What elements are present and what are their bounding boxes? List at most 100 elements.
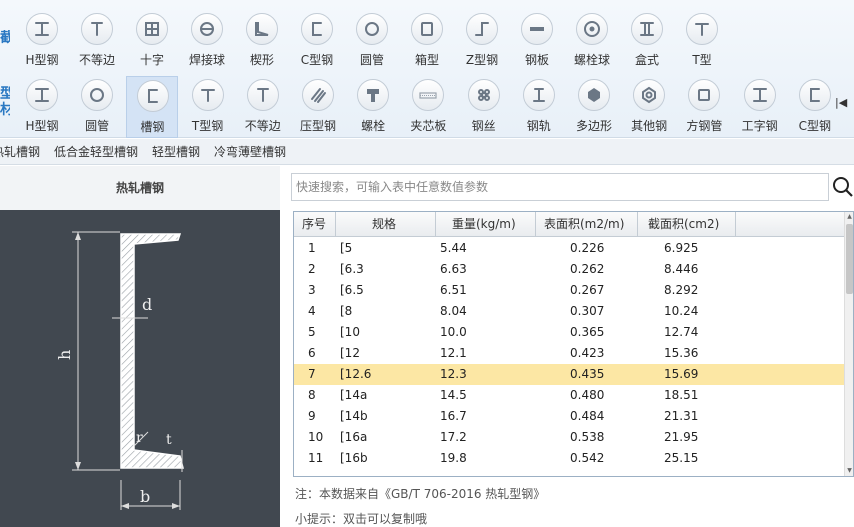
cell-index: 1	[308, 241, 316, 255]
section-tool-4[interactable]: 楔形	[236, 10, 288, 72]
profile-tool-9[interactable]: 钢轨	[513, 76, 565, 138]
cell-area: 15.36	[664, 346, 699, 360]
z-section-icon	[466, 13, 498, 45]
cell-surface: 0.365	[570, 325, 605, 339]
table-row[interactable]: 8 [14a 14.5 0.480 18.51	[294, 385, 844, 406]
col-header-surface[interactable]: 表面积(m2/m)	[536, 212, 638, 236]
cell-area: 21.95	[664, 430, 699, 444]
cell-index: 7	[308, 367, 316, 381]
cell-surface: 0.262	[570, 262, 605, 276]
profile-tool-12[interactable]: 方钢管	[678, 76, 730, 138]
sandwich-panel-icon	[412, 79, 445, 111]
profile-tool-11[interactable]: 其他钢	[623, 76, 675, 138]
channel-section-diagram: h d b r t	[0, 210, 280, 527]
section-tool-10[interactable]: 螺栓球	[566, 10, 618, 72]
cell-surface: 0.307	[570, 304, 605, 318]
col-header-spec[interactable]: 规格	[336, 212, 436, 236]
table-row[interactable]: 4 [8 8.04 0.307 10.24	[294, 301, 844, 322]
dim-label-t: t	[166, 432, 172, 448]
cell-area: 21.31	[664, 409, 699, 423]
cell-surface: 0.226	[570, 241, 605, 255]
t-section-icon	[191, 79, 224, 111]
section-tool-8[interactable]: Z型钢	[456, 10, 508, 72]
table-row[interactable]: 6 [12 12.1 0.423 15.36	[294, 343, 844, 364]
subnav-item-1[interactable]: 低合金轻型槽钢	[54, 143, 138, 160]
search-icon	[833, 177, 853, 197]
table-row[interactable]: 11 [16b 19.8 0.542 25.15	[294, 448, 844, 469]
profile-tool-0[interactable]: H型钢	[16, 76, 68, 138]
cell-weight: 16.7	[440, 409, 467, 423]
cell-index: 10	[308, 430, 324, 444]
bolt-icon	[357, 79, 390, 111]
search-input[interactable]	[291, 173, 829, 201]
cell-area: 18.51	[664, 388, 699, 402]
cell-area: 6.925	[664, 241, 699, 255]
profile-tool-label: C型钢	[798, 119, 831, 133]
section-tool-11[interactable]: 盒式	[621, 10, 673, 72]
round-tube-icon	[356, 13, 388, 45]
profile-tool-8[interactable]: 钢丝	[458, 76, 510, 138]
scroll-down-icon[interactable]: ▼	[846, 467, 853, 475]
cell-index: 4	[308, 304, 316, 318]
section-tool-2[interactable]: 十字	[126, 10, 178, 72]
profile-tool-6[interactable]: 螺栓	[347, 76, 399, 138]
profile-tool-2[interactable]: 槽钢	[126, 76, 179, 138]
search-button[interactable]	[831, 174, 854, 200]
table-vertical-scrollbar[interactable]: ▲ ▼	[844, 212, 853, 476]
dim-label-b: b	[140, 487, 150, 506]
subnav-item-0[interactable]: 热轧槽钢	[0, 143, 40, 160]
section-tool-0[interactable]: H型钢	[16, 10, 68, 72]
profile-tool-5[interactable]: 压型钢	[292, 76, 344, 138]
col-header-index[interactable]: 序号	[294, 212, 336, 236]
table-row[interactable]: 1 [5 5.44 0.226 6.925	[294, 238, 844, 259]
section-tool-5[interactable]: C型钢	[291, 10, 343, 72]
welded-ball-icon	[191, 13, 223, 45]
table-row[interactable]: 3 [6.5 6.51 0.267 8.292	[294, 280, 844, 301]
section-tool-1[interactable]: 不等边	[71, 10, 123, 72]
col-header-weight[interactable]: 重量(kg/m)	[436, 212, 536, 236]
cell-weight: 17.2	[440, 430, 467, 444]
profile-tool-4[interactable]: 不等边	[237, 76, 289, 138]
section-tool-7[interactable]: 箱型	[401, 10, 453, 72]
cell-surface: 0.542	[570, 451, 605, 465]
box-type-icon	[631, 13, 663, 45]
polygon-icon	[578, 79, 610, 111]
table-row[interactable]: 9 [14b 16.7 0.484 21.31	[294, 406, 844, 427]
cell-index: 3	[308, 283, 316, 297]
section-tool-9[interactable]: 钢板	[511, 10, 563, 72]
profile-tool-14[interactable]: C型钢	[789, 76, 841, 138]
subnav-item-3[interactable]: 冷弯薄壁槽钢	[214, 143, 286, 160]
profile-tool-13[interactable]: 工字钢	[734, 76, 786, 138]
table-row[interactable]: 10 [16a 17.2 0.538 21.95	[294, 427, 844, 448]
i-beam-icon	[743, 79, 776, 111]
h-beam-icon	[26, 13, 58, 45]
cell-spec: [12	[340, 346, 360, 360]
table-row[interactable]: 7 [12.6 12.3 0.435 15.69	[294, 364, 844, 385]
scroll-up-icon[interactable]: ▲	[846, 213, 853, 221]
channel-profile-shape	[120, 233, 184, 469]
section-tool-6[interactable]: 圆管	[346, 10, 398, 72]
profile-tool-1[interactable]: 圆管	[71, 76, 123, 138]
cell-surface: 0.480	[570, 388, 605, 402]
scrollbar-thumb[interactable]	[846, 224, 853, 294]
data-table: 序号 规格 重量(kg/m) 表面积(m2/m) 截面积(cm2) 1 [5 5.4…	[293, 211, 854, 477]
square-tube-icon	[688, 79, 721, 111]
cell-spec: [16b	[340, 451, 368, 465]
cell-spec: [12.6	[340, 367, 372, 381]
profile-tool-7[interactable]: 夹芯板	[402, 76, 454, 138]
col-header-area[interactable]: 截面积(cm2)	[638, 212, 736, 236]
table-row[interactable]: 2 [6.3 6.63 0.262 8.446	[294, 259, 844, 280]
section-tool-3[interactable]: 焊接球	[181, 10, 233, 72]
cell-index: 6	[308, 346, 316, 360]
table-row[interactable]: 5 [10 10.0 0.365 12.74	[294, 322, 844, 343]
section-title: 热轧槽钢	[0, 166, 280, 210]
c-section-icon	[301, 13, 333, 45]
section-tool-12[interactable]: T型	[676, 10, 728, 72]
h-beam-icon	[26, 79, 58, 111]
profile-tool-10[interactable]: 多边形	[568, 76, 620, 138]
subnav-item-2[interactable]: 轻型槽钢	[152, 143, 200, 160]
cell-area: 25.15	[664, 451, 699, 465]
profile-tool-3[interactable]: T型钢	[182, 76, 234, 138]
data-source-note: 注：本数据来自《GB/T 706-2016 热轧型钢》	[295, 487, 546, 501]
ribbon-scroll-left-icon[interactable]: |◀	[835, 96, 847, 109]
